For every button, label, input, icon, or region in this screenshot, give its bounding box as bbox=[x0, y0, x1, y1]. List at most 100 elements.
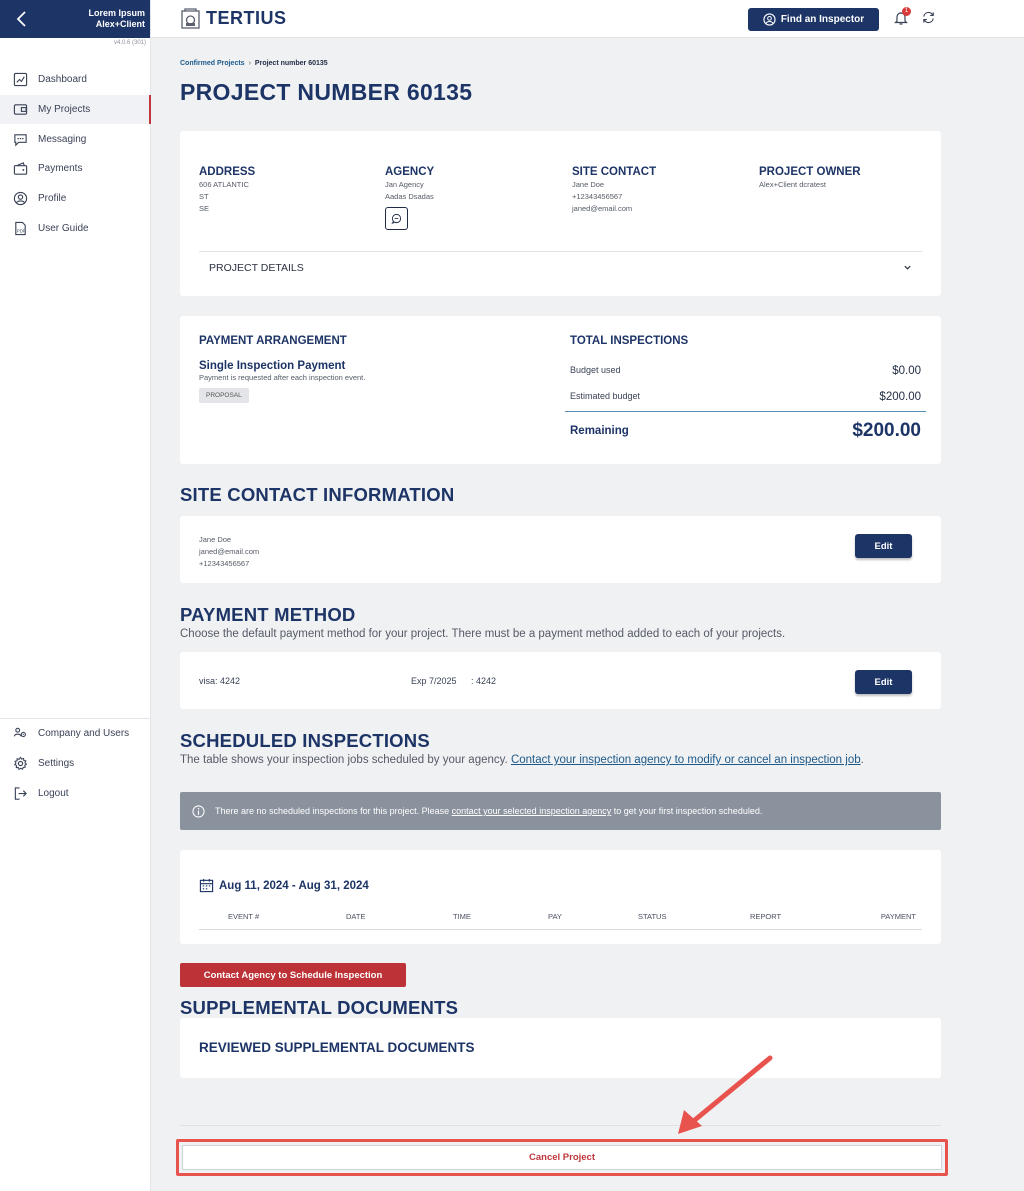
total-inspections: TOTAL INSPECTIONS Budget used $0.00 Esti… bbox=[565, 316, 926, 464]
sidebar-item-label: Company and Users bbox=[38, 728, 130, 740]
projects-icon bbox=[13, 104, 28, 115]
no-inspections-alert: There are no scheduled inspections for t… bbox=[180, 792, 941, 830]
sidebar-header: Lorem Ipsum Alex+Client bbox=[0, 0, 150, 38]
arrangement-type: Single Inspection Payment bbox=[199, 360, 346, 372]
sidebar-item-label: My Projects bbox=[38, 104, 91, 116]
site-contact-heading: SITE CONTACT bbox=[572, 166, 657, 178]
sidebar-item-label: Payments bbox=[38, 163, 83, 175]
alert-contact-link[interactable]: contact your selected inspection agency bbox=[452, 806, 612, 816]
alert-prefix: There are no scheduled inspections for t… bbox=[215, 806, 452, 816]
site-contact-name: Jane Doe bbox=[199, 535, 232, 544]
payment-method-desc: Choose the default payment method for yo… bbox=[180, 628, 786, 640]
estimated-budget-label: Estimated budget bbox=[570, 391, 641, 401]
totals-heading: TOTAL INSPECTIONS bbox=[570, 335, 689, 347]
inspections-table-card: Aug 11, 2024 - Aug 31, 2024 EVENT # DATE… bbox=[180, 850, 941, 944]
annotation-arrow bbox=[678, 1055, 773, 1134]
sidebar-item-messaging[interactable]: Messaging bbox=[0, 124, 150, 154]
site-contact-email: janed@email.com bbox=[199, 547, 260, 556]
estimated-budget-value: $200.00 bbox=[879, 391, 921, 403]
sidebar-item-logout[interactable]: Logout bbox=[0, 778, 150, 808]
arrangement-heading: PAYMENT ARRANGEMENT bbox=[199, 335, 347, 347]
sidebar-item-profile[interactable]: Profile bbox=[0, 184, 150, 214]
status-badge: PROPOSAL bbox=[199, 388, 249, 403]
svg-text:PDF: PDF bbox=[17, 228, 26, 233]
contact-agency-schedule-button[interactable]: Contact Agency to Schedule Inspection bbox=[180, 963, 406, 987]
app-logo[interactable]: TERTIUS bbox=[181, 8, 287, 29]
address-block: ADDRESS 606 ATLANTIC ST SE bbox=[199, 166, 255, 215]
remaining-row: Remaining $200.00 bbox=[570, 420, 921, 442]
col-time: TIME bbox=[453, 912, 471, 921]
refresh-icon[interactable] bbox=[921, 10, 936, 25]
date-range[interactable]: Aug 11, 2024 - Aug 31, 2024 bbox=[199, 878, 369, 893]
breadcrumb-separator: › bbox=[248, 60, 251, 67]
sidebar: Lorem Ipsum Alex+Client v4.0.6 (301) Das… bbox=[0, 0, 151, 1191]
org-name: Lorem Ipsum bbox=[88, 8, 145, 18]
project-details-label: PROJECT DETAILS bbox=[209, 261, 304, 274]
budget-used-value: $0.00 bbox=[892, 365, 921, 377]
scheduled-desc-text: The table shows your inspection jobs sch… bbox=[180, 754, 511, 766]
find-inspector-label: Find an Inspector bbox=[780, 14, 865, 25]
breadcrumb: Confirmed Projects › Project number 60135 bbox=[180, 60, 328, 67]
org-info: Lorem Ipsum Alex+Client bbox=[88, 8, 145, 30]
notification-badge: 1 bbox=[902, 7, 911, 16]
section-divider bbox=[180, 1125, 941, 1126]
back-arrow-icon[interactable] bbox=[14, 10, 30, 28]
calendar-icon bbox=[199, 878, 214, 893]
card-last4: : 4242 bbox=[471, 676, 497, 686]
message-agency-button[interactable] bbox=[385, 207, 408, 230]
site-contact-details: Jane Doe janed@email.com +12343456567 bbox=[199, 534, 259, 570]
alert-suffix: to get your first inspection scheduled. bbox=[611, 806, 763, 816]
project-details-toggle[interactable]: PROJECT DETAILS bbox=[199, 251, 922, 283]
chat-icon bbox=[391, 213, 402, 224]
contact-email: janed@email.com bbox=[572, 204, 633, 213]
remaining-label: Remaining bbox=[570, 425, 629, 437]
agency-text: Jan Agency Aadas Dsadas bbox=[385, 179, 434, 203]
chevron-down-icon bbox=[904, 265, 911, 270]
contact-agency-link[interactable]: Contact your inspection agency to modify… bbox=[511, 754, 861, 766]
sidebar-item-payments[interactable]: Payments bbox=[0, 154, 150, 184]
cancel-project-button[interactable]: Cancel Project bbox=[182, 1145, 942, 1170]
page-title: PROJECT NUMBER 60135 bbox=[180, 79, 473, 105]
card-brand: visa: 4242 bbox=[199, 676, 241, 686]
gear-icon bbox=[13, 756, 28, 771]
dashboard-icon bbox=[13, 73, 28, 87]
logo-text: TERTIUS bbox=[206, 8, 287, 28]
sidebar-item-settings[interactable]: Settings bbox=[0, 749, 150, 779]
find-inspector-button[interactable]: Find an Inspector bbox=[748, 8, 879, 31]
search-person-icon bbox=[763, 13, 776, 26]
sidebar-item-my-projects[interactable]: My Projects bbox=[0, 94, 151, 125]
col-pay: PAY bbox=[548, 912, 562, 921]
budget-used-row: Budget used $0.00 bbox=[570, 365, 921, 377]
totals-divider bbox=[565, 411, 926, 412]
sidebar-item-company-users[interactable]: Company and Users bbox=[0, 719, 150, 749]
owner-name: Alex+Client dcratest bbox=[759, 180, 826, 189]
sidebar-nav: Dashboard My Projects Messaging Payments… bbox=[0, 65, 151, 243]
edit-site-contact-button[interactable]: Edit bbox=[855, 534, 912, 558]
breadcrumb-confirmed-projects[interactable]: Confirmed Projects bbox=[180, 60, 245, 67]
agency-name: Jan Agency bbox=[385, 180, 424, 189]
table-header: EVENT # DATE TIME PAY STATUS REPORT PAYM… bbox=[199, 907, 922, 930]
topbar: TERTIUS Find an Inspector 1 bbox=[151, 0, 1024, 38]
contact-name: Jane Doe bbox=[572, 180, 605, 189]
col-payment: PAYMENT bbox=[880, 912, 916, 921]
messaging-icon bbox=[14, 133, 27, 147]
info-icon bbox=[192, 804, 205, 818]
address-text: 606 ATLANTIC ST SE bbox=[199, 179, 255, 215]
site-contact-text: Jane Doe +12343456567 janed@email.com bbox=[572, 179, 656, 215]
supplemental-card: REVIEWED SUPPLEMENTAL DOCUMENTS bbox=[180, 1018, 941, 1078]
arrangement-desc: Payment is requested after each inspecti… bbox=[199, 373, 366, 382]
scheduled-desc: The table shows your inspection jobs sch… bbox=[180, 753, 920, 768]
payment-method-title: PAYMENT METHOD bbox=[180, 604, 356, 625]
col-report: REPORT bbox=[750, 912, 782, 921]
site-contact-card: Jane Doe janed@email.com +12343456567 Ed… bbox=[180, 516, 941, 583]
arrangement-block: PAYMENT ARRANGEMENT Single Inspection Pa… bbox=[199, 335, 365, 403]
sidebar-item-user-guide[interactable]: PDF User Guide bbox=[0, 213, 150, 243]
breadcrumb-current: Project number 60135 bbox=[254, 60, 328, 67]
app-version: v4.0.6 (301) bbox=[113, 40, 146, 46]
profile-icon bbox=[13, 191, 28, 206]
site-contact-section-title: SITE CONTACT INFORMATION bbox=[180, 484, 455, 505]
alert-text: There are no scheduled inspections for t… bbox=[215, 806, 762, 816]
sidebar-item-dashboard[interactable]: Dashboard bbox=[0, 65, 150, 95]
edit-payment-method-button[interactable]: Edit bbox=[855, 670, 912, 694]
address-line: SE bbox=[199, 204, 210, 213]
